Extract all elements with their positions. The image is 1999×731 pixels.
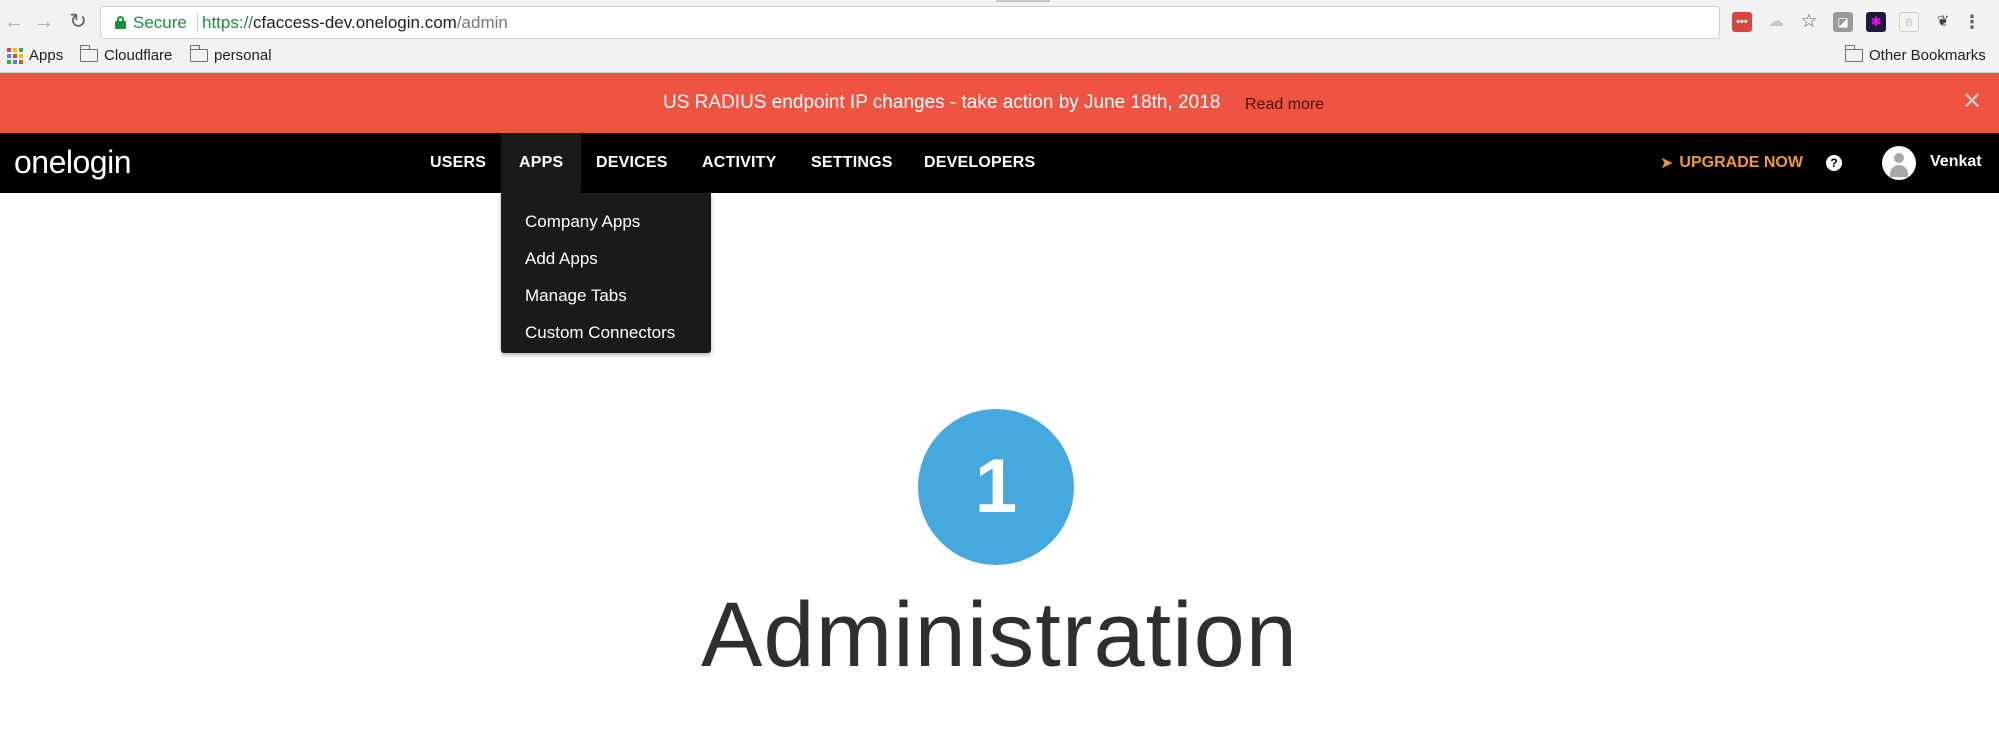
menu-item-manage-tabs[interactable]: Manage Tabs <box>501 277 711 314</box>
url-scheme: https:// <box>202 13 254 32</box>
lock-icon <box>115 16 126 29</box>
reload-icon[interactable]: ↻ <box>66 10 90 34</box>
back-arrow-icon[interactable]: ← <box>2 10 26 34</box>
page-title: Administration <box>701 584 1298 686</box>
apps-grid-icon <box>7 47 23 64</box>
bookmark-cloudflare[interactable]: Cloudflare <box>79 45 173 64</box>
url-host: cfaccess-dev.onelogin.com <box>253 13 457 32</box>
address-bar[interactable]: Secure https://cfaccess-dev.onelogin.com… <box>100 6 1720 39</box>
onelogin-logo[interactable]: onelogin <box>14 144 132 181</box>
person-icon <box>1894 153 1904 163</box>
top-navigation: onelogin USERS APPS DEVICES ACTIVITY SET… <box>0 133 1999 193</box>
help-icon[interactable]: ? <box>1826 155 1842 171</box>
upgrade-now-button[interactable]: ➤ UPGRADE NOW <box>1660 153 1803 173</box>
bookmark-personal[interactable]: personal <box>189 45 272 64</box>
url-text[interactable]: https://cfaccess-dev.onelogin.com/admin <box>202 13 508 33</box>
secure-label: Secure <box>133 13 187 32</box>
folder-icon <box>1844 45 1863 62</box>
step-number-badge: 1 <box>918 409 1074 565</box>
nav-users[interactable]: USERS <box>412 133 504 193</box>
nav-apps[interactable]: APPS <box>501 133 582 193</box>
menu-item-custom-connectors[interactable]: Custom Connectors <box>501 314 711 351</box>
nav-devices[interactable]: DEVICES <box>578 133 686 193</box>
step-number: 1 <box>974 444 1018 529</box>
bookmark-label: Other Bookmarks <box>1869 47 1986 64</box>
bookmark-label: Cloudflare <box>104 47 173 64</box>
notes-extension-icon[interactable]: ◪ <box>1833 12 1853 32</box>
browser-chrome: ← → ↻ Secure https://cfaccess-dev.onelog… <box>0 0 1999 73</box>
announcement-banner: US RADIUS endpoint IP changes - take act… <box>0 73 1999 133</box>
evernote-extension-icon[interactable]: ❦ <box>1933 12 1953 32</box>
bookmarks-bar: Apps Cloudflare personal Other Bookmarks <box>0 43 1999 73</box>
star-bookmark-icon[interactable]: ☆ <box>1799 12 1819 32</box>
bookmark-other-bookmarks[interactable]: Other Bookmarks <box>1844 45 1986 64</box>
folder-icon <box>79 45 98 62</box>
banner-message: US RADIUS endpoint IP changes - take act… <box>663 92 1221 113</box>
snowflake-extension-icon[interactable]: ✱ <box>1866 12 1886 32</box>
banner-close-icon[interactable]: ✕ <box>1962 87 1982 116</box>
menu-item-company-apps[interactable]: Company Apps <box>501 203 711 240</box>
bookmark-label: personal <box>214 47 272 64</box>
url-path: /admin <box>456 13 508 32</box>
lastpass-extension-icon[interactable]: ••• <box>1732 12 1752 32</box>
cloud-extension-icon[interactable]: ☁ <box>1766 12 1786 32</box>
user-name-menu[interactable]: Venkat <box>1930 153 1982 171</box>
menu-item-add-apps[interactable]: Add Apps <box>501 240 711 277</box>
upgrade-label: UPGRADE NOW <box>1679 154 1803 171</box>
menu-kebab-icon[interactable]: ⋮ <box>1962 12 1982 32</box>
banner-read-more-link[interactable]: Read more <box>1245 96 1324 114</box>
nav-developers[interactable]: DEVELOPERS <box>906 133 1053 193</box>
bookmark-label: Apps <box>29 47 64 64</box>
nav-settings[interactable]: SETTINGS <box>793 133 911 193</box>
apps-dropdown-menu: Company Apps Add Apps Manage Tabs Custom… <box>501 193 711 353</box>
user-avatar[interactable] <box>1882 146 1916 180</box>
nav-activity[interactable]: ACTIVITY <box>684 133 795 193</box>
tab-strip-indicator <box>996 0 1050 2</box>
b-extension-icon[interactable]: B <box>1899 12 1919 32</box>
folder-icon <box>189 45 208 62</box>
address-separator <box>197 13 198 33</box>
bookmark-apps[interactable]: Apps <box>7 47 63 64</box>
forward-arrow-icon[interactable]: → <box>32 10 56 34</box>
rocket-icon: ➤ <box>1660 155 1674 172</box>
